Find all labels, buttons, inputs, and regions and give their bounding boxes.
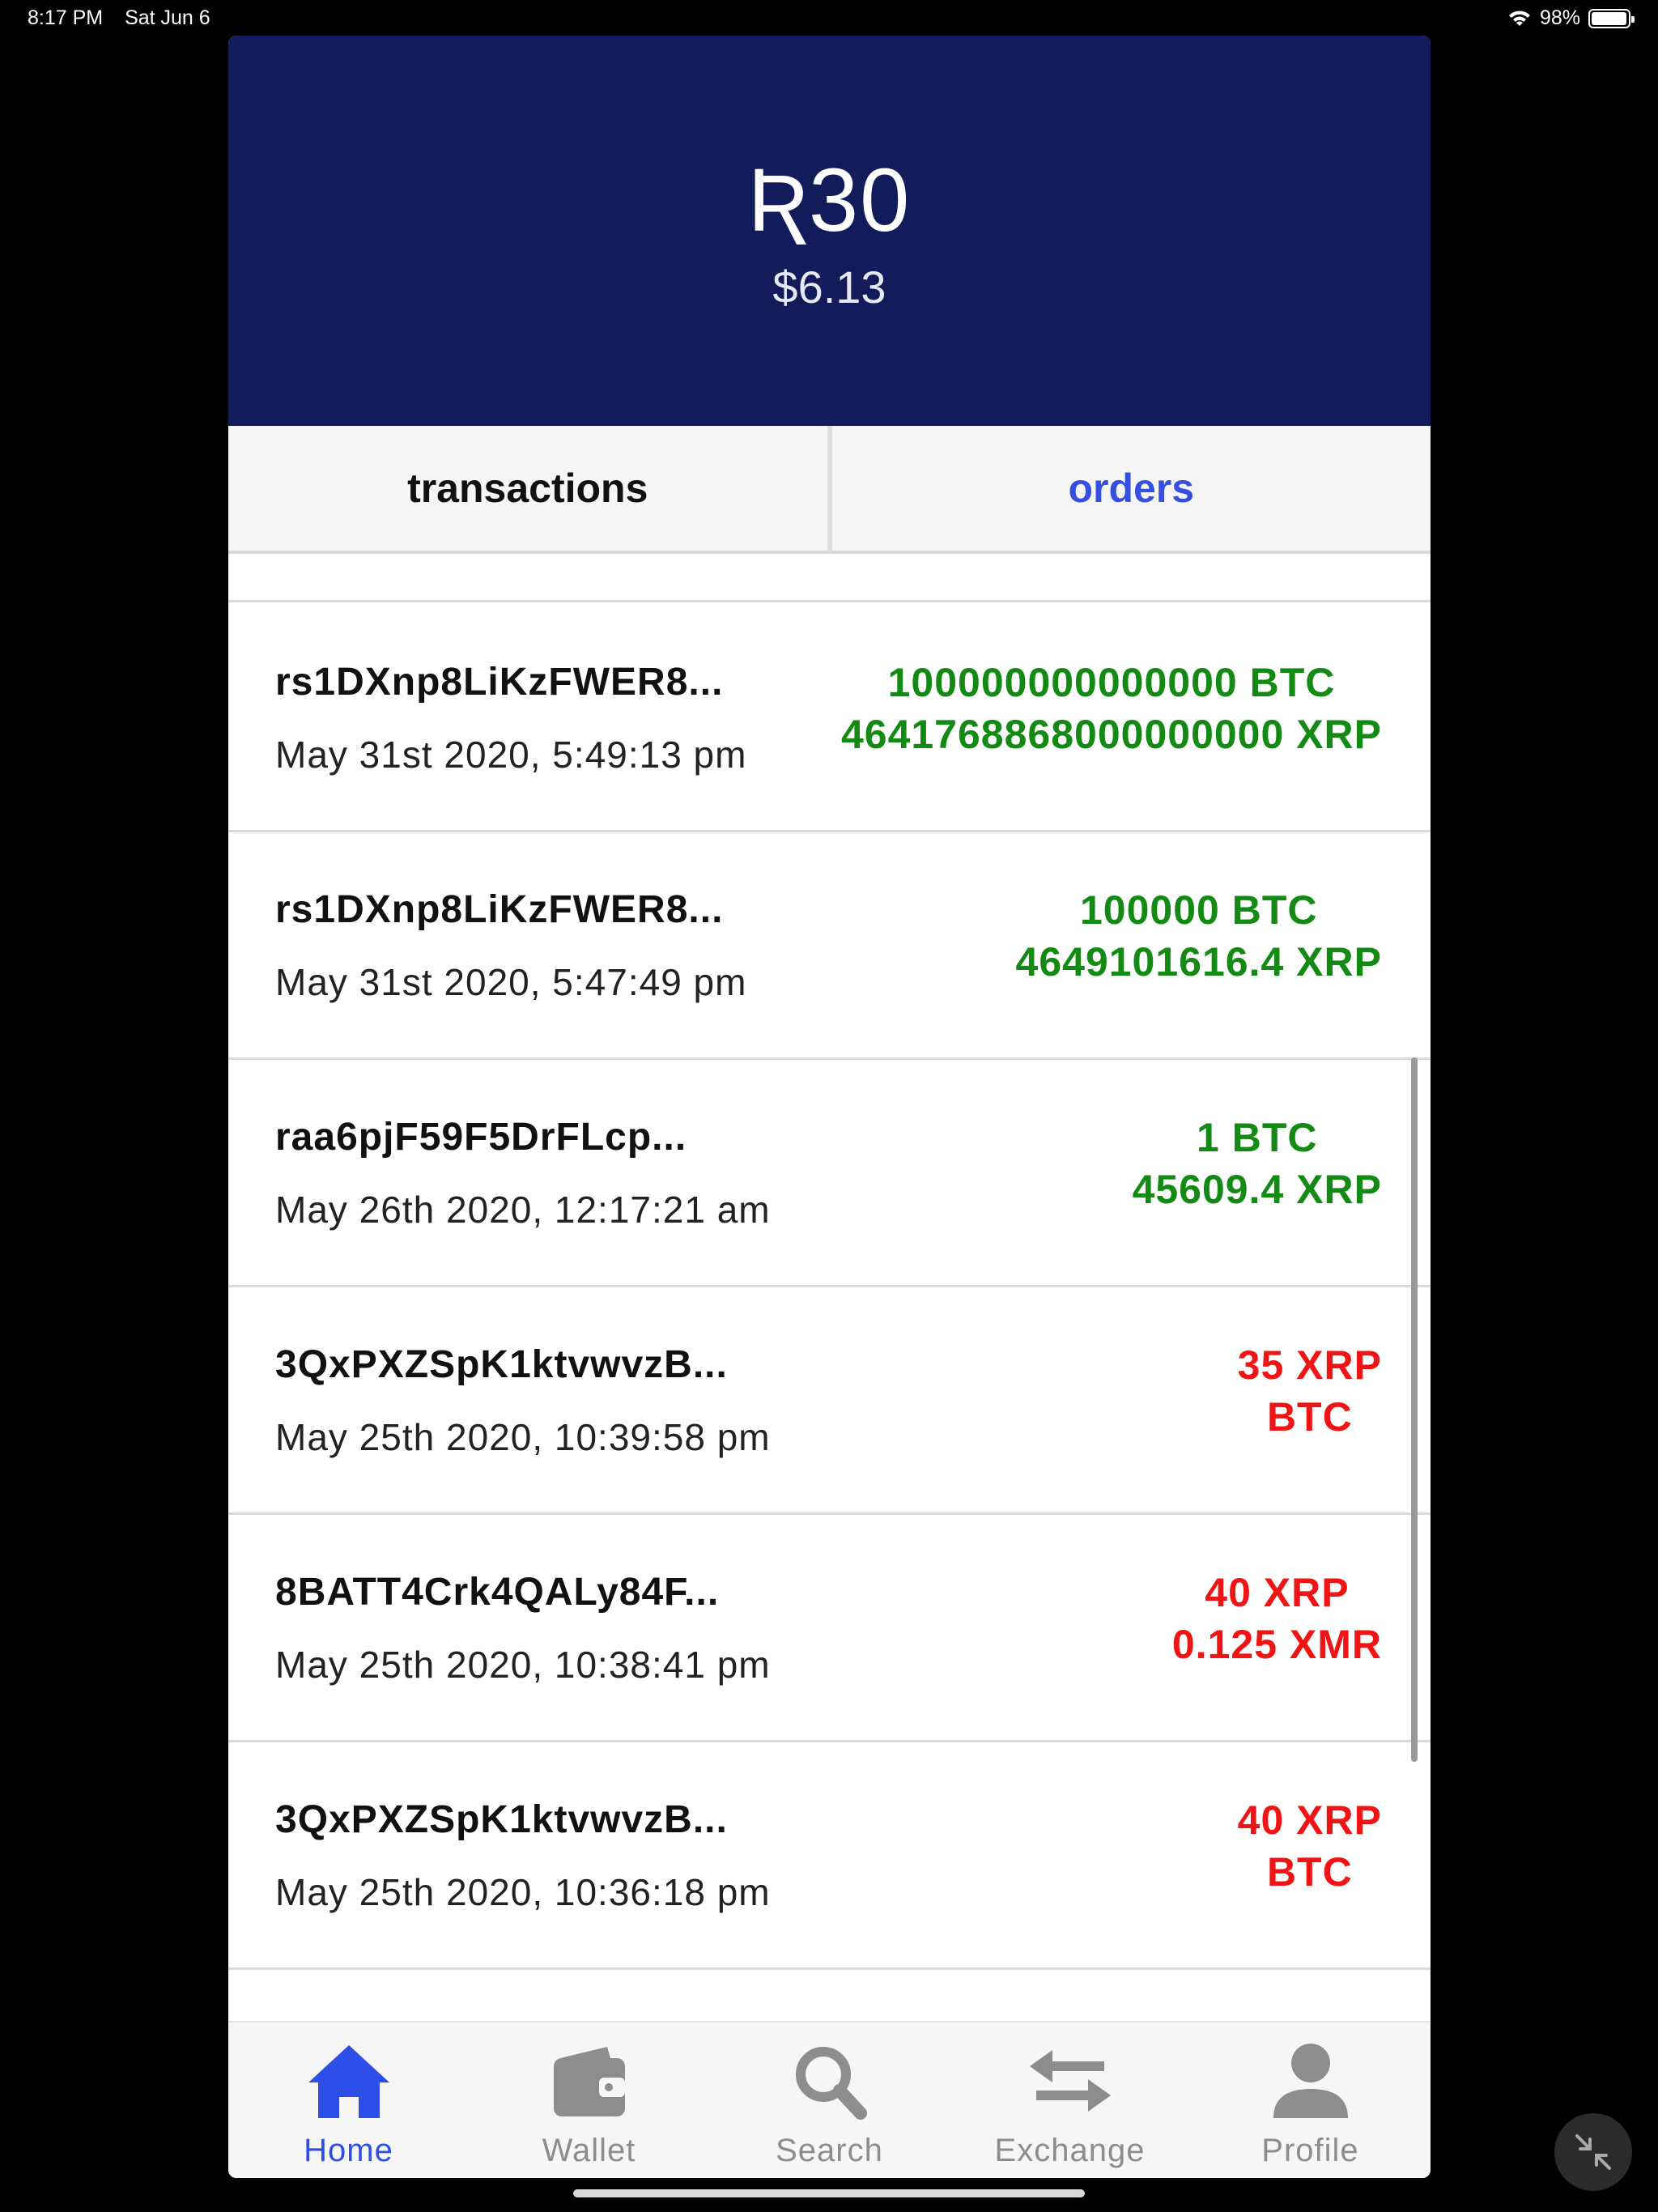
search-icon bbox=[795, 2047, 867, 2120]
home-icon bbox=[308, 2045, 389, 2118]
transaction-address: 3QxPXZSpK1ktvwvzB... bbox=[275, 1798, 728, 1841]
transaction-amounts: 40 XRP 0.125 XMR bbox=[1172, 1567, 1382, 1670]
balance-usd: $6.13 bbox=[772, 262, 886, 313]
transaction-row[interactable]: 8BATT4Crk4QALy84F... May 25th 2020, 10:3… bbox=[228, 1515, 1431, 1742]
amount-secondary: 4641768868000000000 XRP bbox=[840, 712, 1382, 757]
transaction-date: May 25th 2020, 10:39:58 pm bbox=[275, 1416, 771, 1458]
list-scrollbar[interactable] bbox=[1411, 1057, 1418, 1762]
amount-secondary: 45609.4 XRP bbox=[1132, 1167, 1382, 1212]
amount-secondary: 4649101616.4 XRP bbox=[1015, 939, 1382, 985]
transaction-date: May 31st 2020, 5:49:13 pm bbox=[275, 734, 747, 776]
amount-primary: 35 XRP bbox=[1237, 1342, 1382, 1388]
collapse-button[interactable] bbox=[1554, 2113, 1632, 2191]
amount-primary: 100000 BTC bbox=[1080, 887, 1318, 933]
bottom-tab-bar: Home Wallet Search Exchange Profile bbox=[228, 2021, 1431, 2178]
transaction-row[interactable]: raa6pjF59F5DrFLcp... May 26th 2020, 12:1… bbox=[228, 1060, 1431, 1287]
transaction-list[interactable]: rs1DXnp8LiKzFWER8... May 31st 2020, 5:49… bbox=[228, 554, 1431, 2056]
amount-secondary: BTC bbox=[1266, 1849, 1353, 1895]
transaction-amounts: 1 BTC 45609.4 XRP bbox=[1133, 1112, 1382, 1215]
transaction-row[interactable]: rs1DXnp8LiKzFWER8... May 31st 2020, 5:47… bbox=[228, 832, 1431, 1060]
transaction-amounts: 100000000000000 BTC 4641768868000000000 … bbox=[841, 657, 1382, 760]
app-window: Ʀ30 $6.13 transactions orders rs1DXnp8Li… bbox=[228, 36, 1431, 2178]
amount-primary: 40 XRP bbox=[1237, 1797, 1382, 1843]
transaction-row[interactable]: 3QxPXZSpK1ktvwvzB... May 25th 2020, 10:3… bbox=[228, 1742, 1431, 1970]
list-divider bbox=[228, 554, 1431, 602]
collapse-icon bbox=[1575, 2134, 1611, 2170]
transaction-date: May 31st 2020, 5:47:49 pm bbox=[275, 961, 747, 1003]
transaction-date: May 25th 2020, 10:38:41 pm bbox=[275, 1644, 771, 1686]
wifi-icon bbox=[1508, 10, 1530, 26]
battery-percent: 98% bbox=[1539, 6, 1580, 29]
battery-icon bbox=[1588, 8, 1635, 28]
tab-wallet[interactable]: Wallet bbox=[469, 2023, 709, 2178]
tab-profile-label: Profile bbox=[1261, 2133, 1359, 2168]
transaction-row[interactable]: rs1DXnp8LiKzFWER8... May 31st 2020, 5:49… bbox=[228, 605, 1431, 832]
amount-primary: 100000000000000 BTC bbox=[887, 660, 1336, 705]
segment-tabs: transactions orders bbox=[228, 426, 1431, 554]
transaction-amounts: 40 XRP BTC bbox=[1238, 1794, 1382, 1898]
transaction-address: 8BATT4Crk4QALy84F... bbox=[275, 1571, 720, 1614]
amount-primary: 1 BTC bbox=[1197, 1115, 1318, 1160]
status-bar: 8:17 PM Sat Jun 6 98% bbox=[0, 0, 1658, 39]
status-time: 8:17 PM bbox=[28, 6, 104, 29]
transaction-row[interactable]: 3QxPXZSpK1ktvwvzB... May 25th 2020, 10:3… bbox=[228, 1287, 1431, 1515]
transaction-address: 3QxPXZSpK1ktvwvzB... bbox=[275, 1343, 728, 1386]
amount-primary: 40 XRP bbox=[1205, 1570, 1350, 1615]
profile-icon bbox=[1273, 2044, 1348, 2118]
transaction-amounts: 35 XRP BTC bbox=[1238, 1339, 1382, 1443]
transaction-address: raa6pjF59F5DrFLcp... bbox=[275, 1116, 687, 1159]
status-date: Sat Jun 6 bbox=[125, 6, 210, 29]
tab-home[interactable]: Home bbox=[228, 2023, 469, 2178]
transaction-amounts: 100000 BTC 4649101616.4 XRP bbox=[1016, 884, 1382, 988]
tab-home-label: Home bbox=[304, 2133, 393, 2168]
tab-exchange[interactable]: Exchange bbox=[950, 2023, 1190, 2178]
balance-header: Ʀ30 $6.13 bbox=[228, 36, 1431, 426]
home-indicator[interactable] bbox=[573, 2189, 1085, 2197]
wallet-icon bbox=[553, 2047, 625, 2116]
tab-exchange-label: Exchange bbox=[994, 2133, 1146, 2168]
transaction-address: rs1DXnp8LiKzFWER8... bbox=[275, 661, 724, 704]
amount-secondary: 0.125 XMR bbox=[1171, 1622, 1382, 1667]
tab-wallet-label: Wallet bbox=[542, 2133, 636, 2168]
tab-profile[interactable]: Profile bbox=[1190, 2023, 1431, 2178]
tab-search-label: Search bbox=[776, 2133, 883, 2168]
exchange-icon bbox=[1029, 2050, 1111, 2112]
tab-orders[interactable]: orders bbox=[831, 426, 1431, 554]
transaction-address: rs1DXnp8LiKzFWER8... bbox=[275, 888, 724, 931]
amount-secondary: BTC bbox=[1266, 1394, 1353, 1440]
tab-search[interactable]: Search bbox=[709, 2023, 950, 2178]
transaction-date: May 26th 2020, 12:17:21 am bbox=[275, 1189, 771, 1231]
balance-amount: Ʀ30 bbox=[747, 151, 912, 250]
transaction-date: May 25th 2020, 10:36:18 pm bbox=[275, 1871, 771, 1913]
tab-transactions[interactable]: transactions bbox=[228, 426, 832, 554]
